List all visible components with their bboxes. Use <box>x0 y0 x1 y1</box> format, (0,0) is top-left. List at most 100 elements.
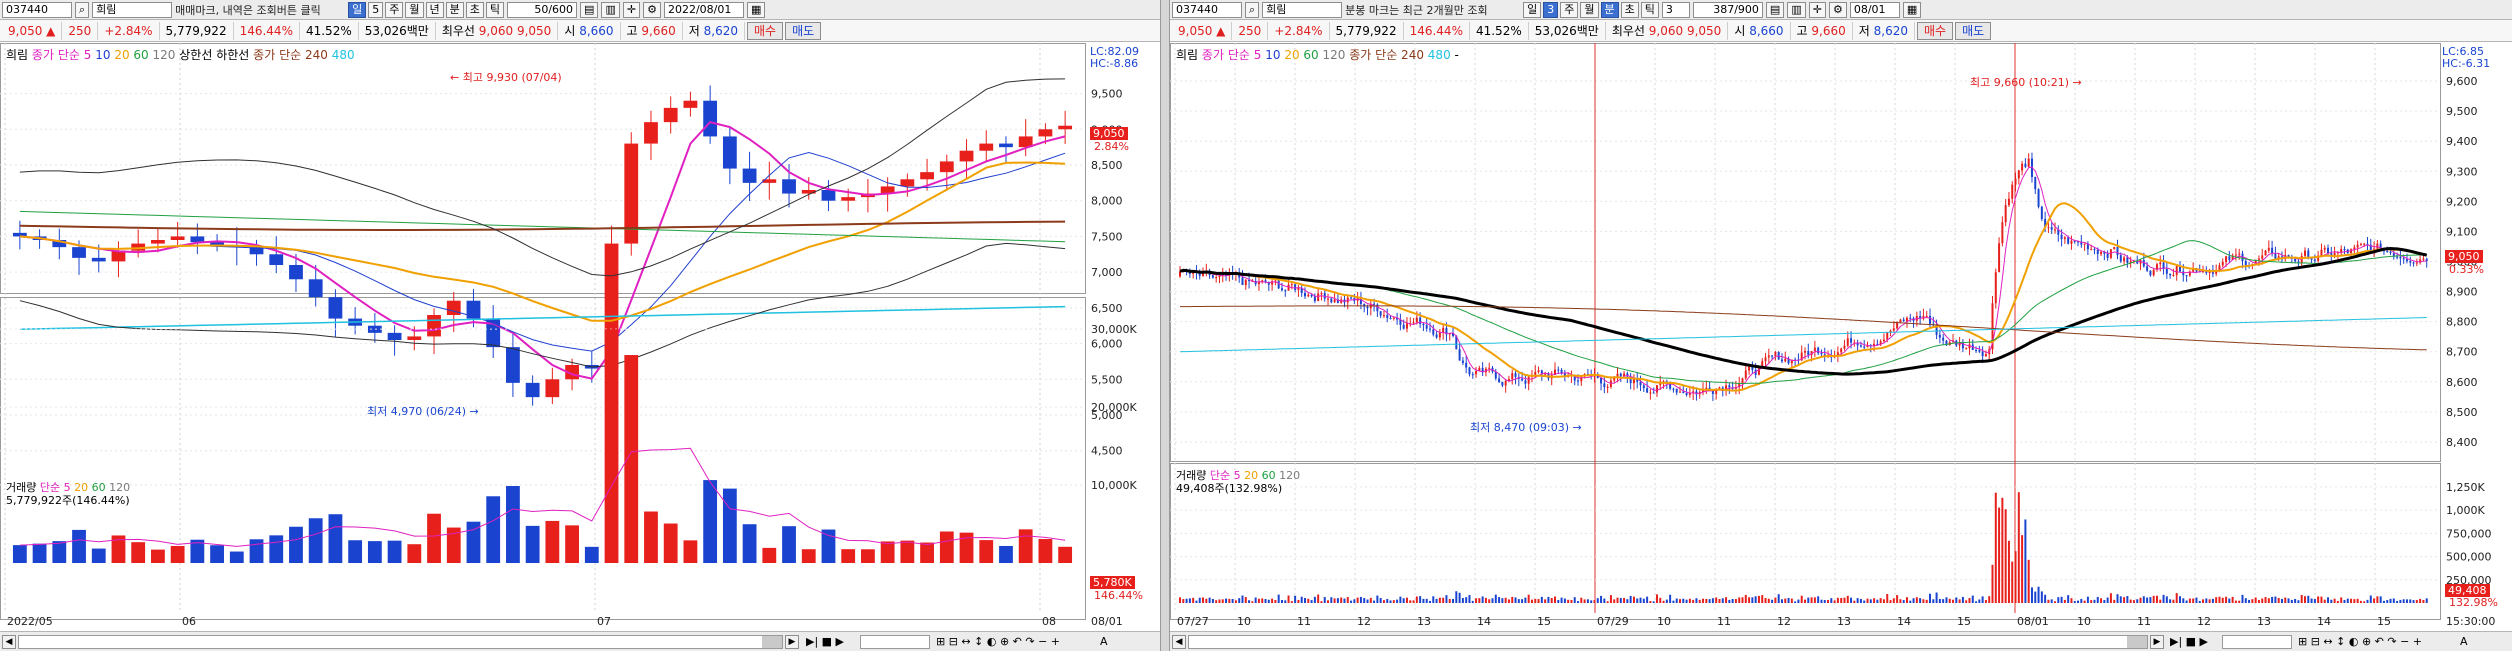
date-field[interactable]: 08/01 <box>1849 1 1900 18</box>
scroll-right-icon[interactable]: ▶ <box>785 635 799 649</box>
volume-bar <box>1527 594 1530 603</box>
period-button[interactable]: 년 <box>425 1 444 18</box>
candle-body <box>2093 249 2096 251</box>
price-tick-label: 8,400 <box>2446 436 2478 449</box>
stock-code-input[interactable]: 037440 <box>2 1 72 18</box>
volume-tick-label: 1,000K <box>2446 504 2485 517</box>
zoom-out-icon[interactable]: ▥ <box>1787 1 1806 18</box>
left-chart-area[interactable]: 9,5009,0008,5008,0007,5007,0006,5006,000… <box>0 43 1160 629</box>
crosshair-icon[interactable]: ✛ <box>622 1 641 18</box>
auto-scale-icon[interactable]: A <box>1100 635 1108 649</box>
horizontal-scrollbar[interactable] <box>1188 635 2148 649</box>
period-button[interactable]: 분 <box>445 1 464 18</box>
playback-controls[interactable]: ▶| ■ ▶ <box>806 635 844 649</box>
calendar-icon[interactable]: ▦ <box>746 1 766 18</box>
buy-button[interactable]: 매수 <box>747 21 784 40</box>
search-icon[interactable]: ⌕ <box>75 1 90 18</box>
volume-bar <box>1471 600 1474 603</box>
bar-count-field[interactable]: 387/900 <box>1692 1 1763 18</box>
left-quote-bar: 9,050 ▲ 250 +2.84% 5,779,922 146.44% 41.… <box>0 20 1160 42</box>
calendar-icon[interactable]: ▦ <box>1902 1 1922 18</box>
stock-name-field[interactable]: 희림 <box>1262 1 1343 18</box>
price-tick-label: 9,100 <box>2446 225 2478 238</box>
period-button[interactable]: 초 <box>1620 1 1639 18</box>
period-button[interactable]: 일 <box>348 1 367 18</box>
zoom-in-icon[interactable]: ▤ <box>580 1 599 18</box>
sell-button[interactable]: 매도 <box>785 21 822 40</box>
stock-code-input[interactable]: 037440 <box>1172 1 1242 18</box>
stock-name-field[interactable]: 희림 <box>92 1 173 18</box>
playback-controls[interactable]: ▶| ■ ▶ <box>2170 635 2208 649</box>
volume-bar <box>2109 593 2112 603</box>
period-button[interactable]: 3 <box>1543 1 1559 18</box>
volume-bar <box>2238 600 2241 603</box>
speed-slider[interactable] <box>2222 635 2292 649</box>
scrollbar-thumb[interactable] <box>762 636 782 648</box>
candle-body <box>1511 373 1514 380</box>
volume-tag-pct: 146.44% <box>1094 589 1143 602</box>
period-button[interactable]: 월 <box>405 1 424 18</box>
volume-bar <box>663 523 678 563</box>
volume-bar <box>1458 592 1461 603</box>
volume-bar <box>486 496 501 563</box>
volume-bar <box>1929 593 1931 603</box>
settings-icon[interactable]: ⚙ <box>1828 1 1847 18</box>
crosshair-icon[interactable]: ✛ <box>1808 1 1826 18</box>
volume-bar <box>2106 597 2109 603</box>
volume-bar <box>52 541 67 563</box>
drawing-tools[interactable]: ⊞ ⊟ ↔ ↕ ◐ ⊕ ↶ ↷ − + <box>2298 635 2422 649</box>
search-icon[interactable]: ⌕ <box>1245 1 1260 18</box>
buy-button[interactable]: 매수 <box>1917 21 1954 40</box>
volume-bar <box>1228 598 1231 603</box>
volume-bar <box>2169 599 2172 603</box>
candle-body <box>1435 334 1438 338</box>
pane-divider[interactable] <box>1160 0 1170 651</box>
candle-body <box>1211 275 1214 278</box>
volume-bar <box>1461 597 1464 603</box>
period-button[interactable]: 5 <box>368 1 384 18</box>
period-button[interactable]: 틱 <box>485 1 505 18</box>
volume-bar <box>2149 597 2152 603</box>
candle-body <box>2100 251 2103 254</box>
period-button[interactable]: 주 <box>1560 1 1579 18</box>
scrollbar-thumb[interactable] <box>2127 636 2147 648</box>
zoom-out-icon[interactable]: ▥ <box>601 1 620 18</box>
period-button[interactable]: 초 <box>465 1 484 18</box>
period-button[interactable]: 분 <box>1600 1 1619 18</box>
period-button[interactable]: 주 <box>385 1 404 18</box>
scroll-left-icon[interactable]: ◀ <box>2 635 16 649</box>
date-field[interactable]: 2022/08/01 <box>663 1 744 18</box>
candle-body <box>2274 253 2277 259</box>
candle-body <box>1058 125 1073 130</box>
drawing-tools[interactable]: ⊞ ⊟ ↔ ↕ ◐ ⊕ ↶ ↷ − + <box>936 635 1060 649</box>
volume-bar <box>1662 600 1665 603</box>
volume-bar <box>12 545 27 563</box>
candle-body <box>1672 388 1675 390</box>
right-chart-area[interactable]: 9,6009,5009,4009,3009,2009,1009,0008,900… <box>1170 43 2512 629</box>
volume-bar <box>1179 597 1181 603</box>
auto-scale-icon[interactable]: A <box>2460 635 2468 649</box>
interval-field[interactable]: 3 <box>1661 1 1690 18</box>
volume-bar <box>1807 597 1810 603</box>
settings-icon[interactable]: ⚙ <box>643 1 661 18</box>
period-button[interactable]: 월 <box>1580 1 1599 18</box>
horizontal-scrollbar[interactable] <box>18 635 783 649</box>
volume-bar <box>1425 598 1428 603</box>
candle-body <box>328 297 343 319</box>
volume-bar <box>1836 597 1839 603</box>
volume-bar <box>2386 600 2389 603</box>
sell-button[interactable]: 매도 <box>1955 21 1992 40</box>
speed-slider[interactable] <box>860 635 930 649</box>
volume-bar <box>2172 599 2175 603</box>
zoom-in-icon[interactable]: ▤ <box>1765 1 1785 18</box>
scroll-left-icon[interactable]: ◀ <box>1172 635 1186 649</box>
minute-candlestick-chart[interactable]: 9,6009,5009,4009,3009,2009,1009,0008,900… <box>1170 43 2512 629</box>
volume-bar <box>1955 597 1958 603</box>
daily-candlestick-chart[interactable]: 9,5009,0008,5008,0007,5007,0006,5006,000… <box>0 43 1160 629</box>
price-tag: 9,050 <box>1090 127 1128 140</box>
volume-bar <box>1718 599 1721 603</box>
period-button[interactable]: 틱 <box>1640 1 1659 18</box>
bar-count-field[interactable]: 50/600 <box>507 1 578 18</box>
scroll-right-icon[interactable]: ▶ <box>2150 635 2164 649</box>
period-button[interactable]: 일 <box>1523 1 1542 18</box>
